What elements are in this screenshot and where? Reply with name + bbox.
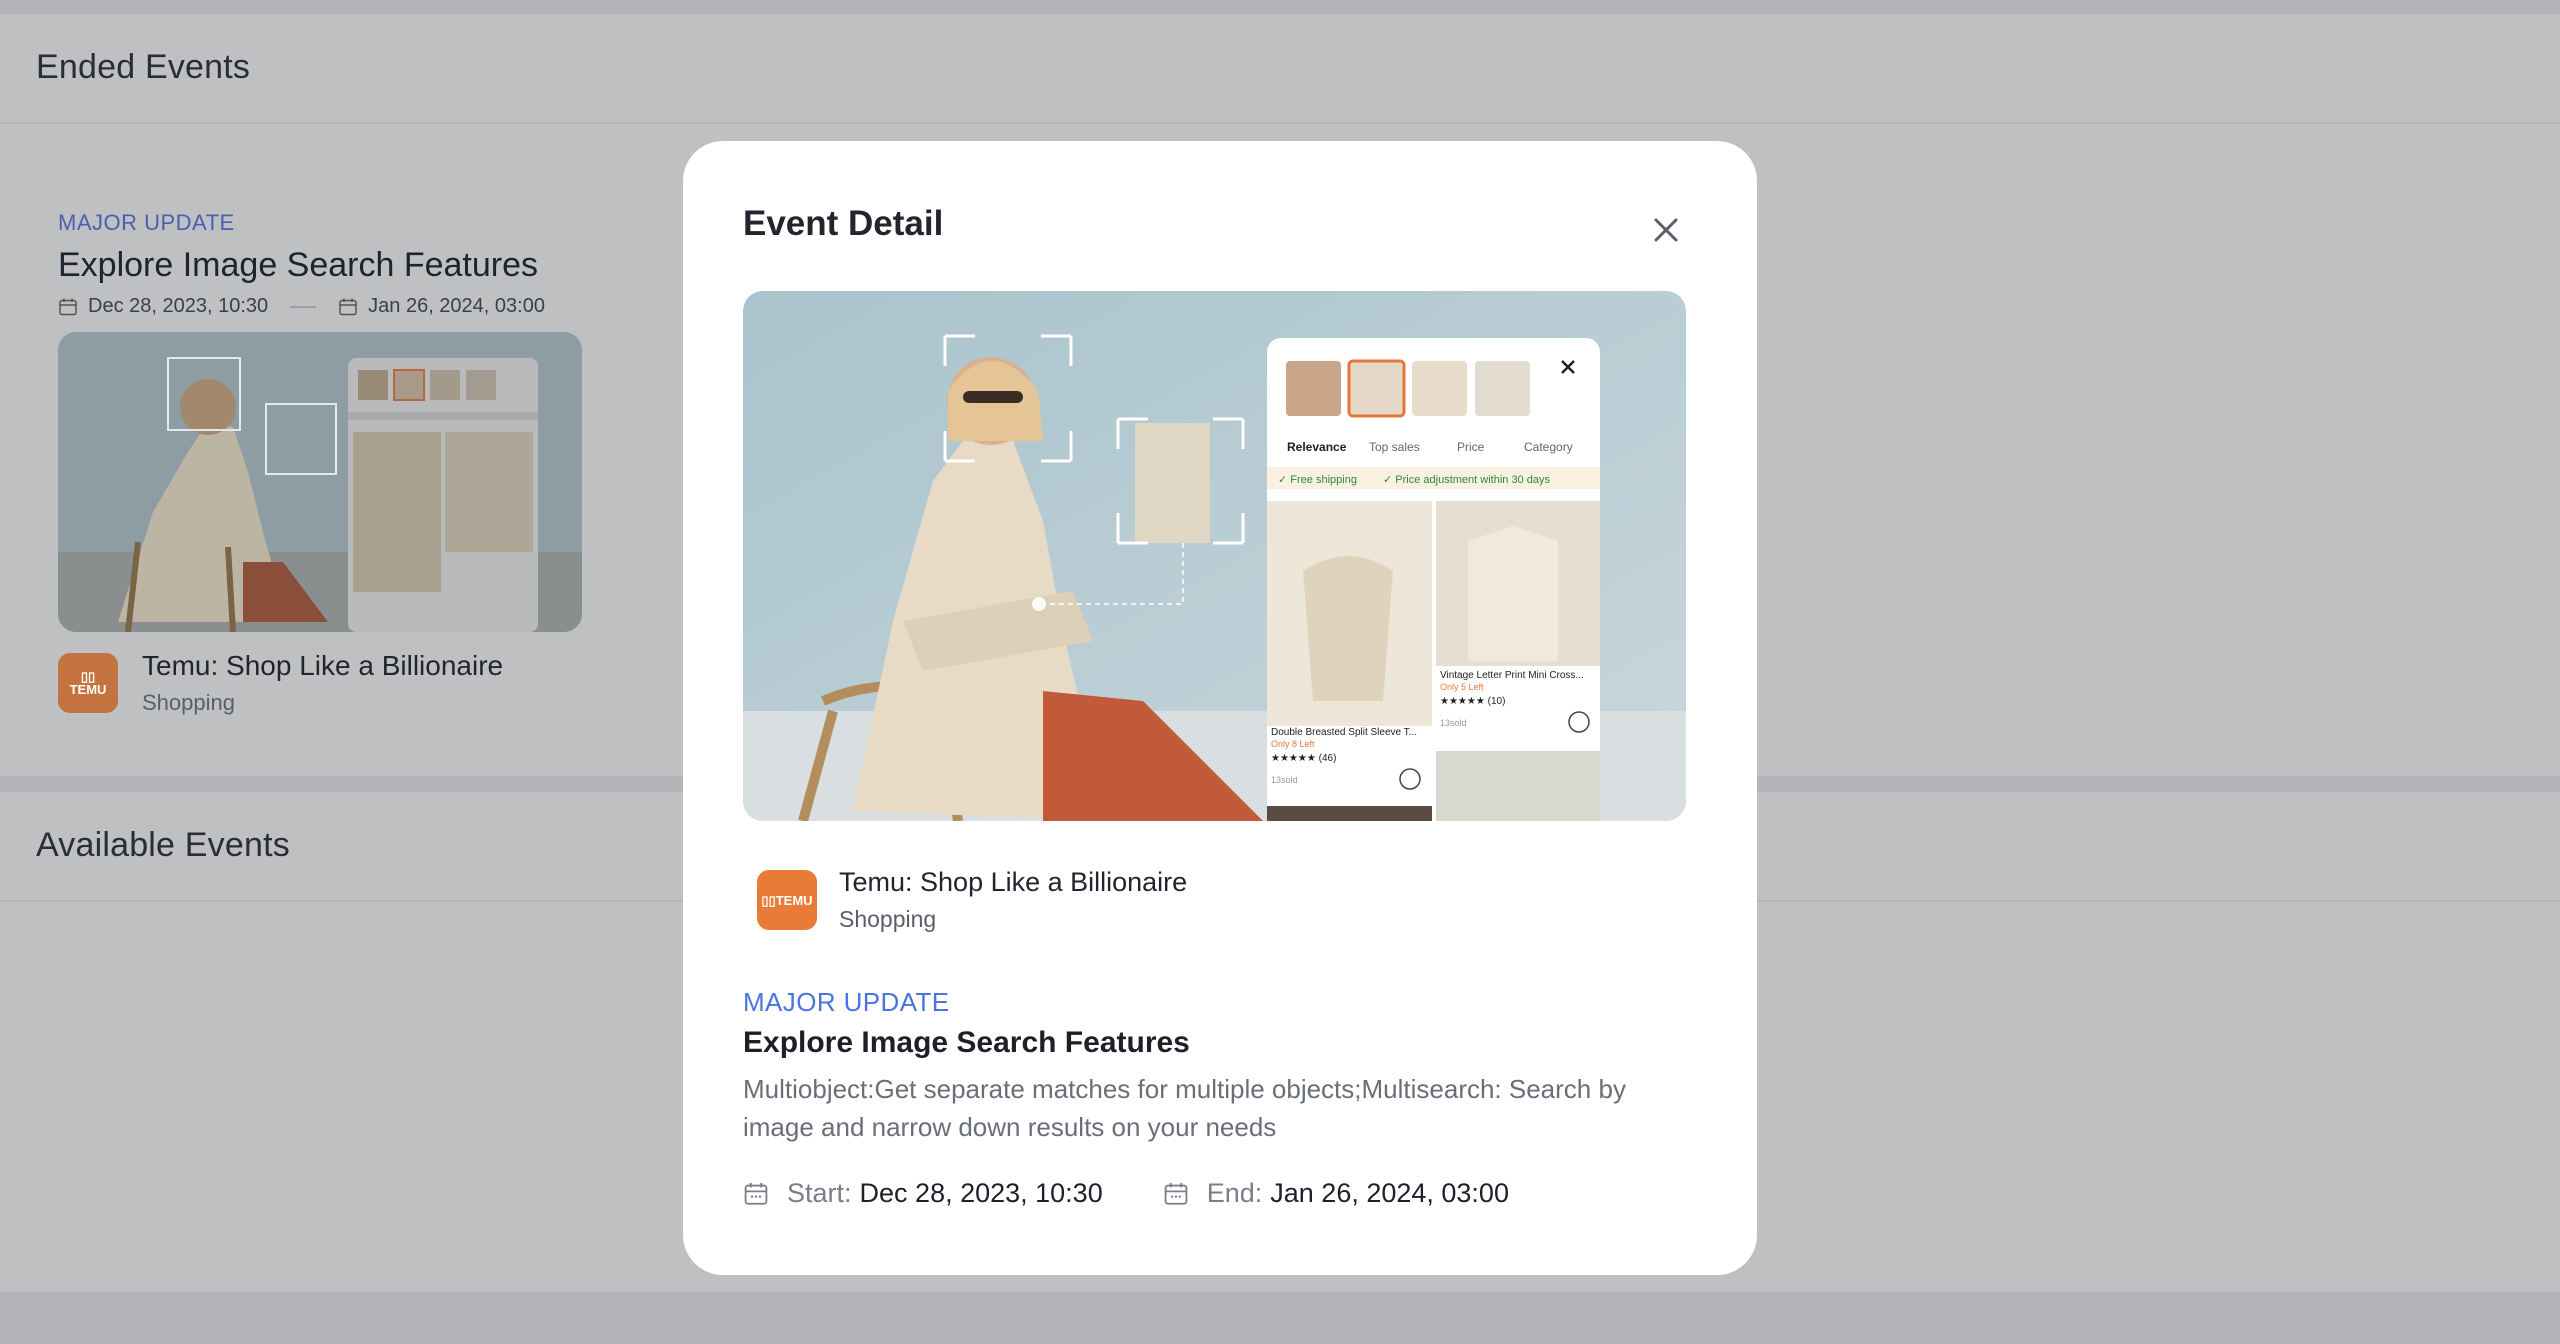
ended-events-header: Ended Events bbox=[0, 14, 2560, 124]
modal-event-title: Explore Image Search Features bbox=[743, 1026, 1190, 1059]
modal-title: Event Detail bbox=[743, 204, 944, 243]
event-card-title: Explore Image Search Features bbox=[58, 246, 539, 284]
product-1-name: Double Breasted Split Sleeve T... bbox=[1271, 727, 1417, 738]
calendar-icon bbox=[339, 298, 357, 315]
end-label: End: bbox=[1206, 1178, 1263, 1208]
badge-price-adjustment: ✓ Price adjustment within 30 days bbox=[1383, 474, 1550, 486]
filter-category: Category bbox=[1524, 440, 1573, 454]
modal-event-tag: MAJOR UPDATE bbox=[743, 987, 950, 1017]
start-label: Start: bbox=[787, 1178, 852, 1208]
modal-event-description: Multiobject:Get separate matches for mul… bbox=[743, 1074, 1626, 1142]
ended-events-title: Ended Events bbox=[36, 48, 251, 86]
modal-event-dates: Start: Dec 28, 2023, 10:30 End: Jan 26, … bbox=[743, 1178, 1509, 1209]
close-button[interactable] bbox=[1646, 210, 1686, 250]
product-2-name: Vintage Letter Print Mini Cross... bbox=[1440, 670, 1584, 681]
event-hero-image: Relevance Top sales Price Category ✓ Fre… bbox=[743, 291, 1686, 821]
product-1-sold: 13sold bbox=[1271, 775, 1298, 785]
end-date: Jan 26, 2024, 03:00 bbox=[1270, 1178, 1509, 1208]
event-card-thumbnail bbox=[58, 332, 582, 632]
date-separator bbox=[290, 305, 317, 308]
temu-app-icon: ▯▯ TEMU bbox=[757, 870, 817, 930]
bottom-strip bbox=[0, 1292, 2560, 1344]
event-card-app-category: Shopping bbox=[142, 690, 235, 715]
event-detail-modal: Event Detail Relevance Top sales Price C… bbox=[683, 141, 1757, 1275]
filter-price: Price bbox=[1457, 440, 1485, 454]
start-date: Dec 28, 2023, 10:30 bbox=[859, 1178, 1103, 1208]
product-2-stock: Only 5 Left bbox=[1440, 682, 1484, 692]
product-1-reviews: ★★★★★ (46) bbox=[1271, 753, 1336, 764]
event-card[interactable]: MAJOR UPDATE Explore Image Search Featur… bbox=[58, 210, 582, 716]
event-card-app: ▯▯ TEMU Temu: Shop Like a Billionaire Sho… bbox=[58, 650, 582, 716]
product-2-reviews: ★★★★★ (10) bbox=[1440, 696, 1505, 707]
calendar-icon bbox=[59, 298, 77, 315]
event-card-start-date: Dec 28, 2023, 10:30 bbox=[88, 295, 269, 317]
temu-app-icon: ▯▯ TEMU bbox=[58, 653, 118, 713]
calendar-icon bbox=[744, 1182, 768, 1205]
modal-app-name: Temu: Shop Like a Billionaire bbox=[839, 867, 1188, 897]
filter-relevance: Relevance bbox=[1287, 440, 1347, 454]
filter-top-sales: Top sales bbox=[1369, 440, 1420, 454]
top-strip bbox=[0, 0, 2560, 14]
badge-free-shipping: ✓ Free shipping bbox=[1278, 474, 1357, 486]
product-1-stock: Only 8 Left bbox=[1271, 739, 1315, 749]
modal-app-info: ▯▯ TEMU Temu: Shop Like a Billionaire Sho… bbox=[757, 867, 1187, 933]
event-card-app-name: Temu: Shop Like a Billionaire bbox=[142, 650, 504, 681]
modal-app-category: Shopping bbox=[839, 906, 937, 932]
event-card-end-date: Jan 26, 2024, 03:00 bbox=[368, 295, 545, 317]
calendar-icon bbox=[1164, 1182, 1188, 1205]
event-card-dates: Dec 28, 2023, 10:30 Jan 26, 2024, 03:00 bbox=[58, 295, 582, 318]
product-2-sold: 13sold bbox=[1440, 718, 1467, 728]
close-icon bbox=[1654, 218, 1678, 242]
available-events-title: Available Events bbox=[36, 826, 290, 864]
event-card-tag: MAJOR UPDATE bbox=[58, 210, 235, 235]
